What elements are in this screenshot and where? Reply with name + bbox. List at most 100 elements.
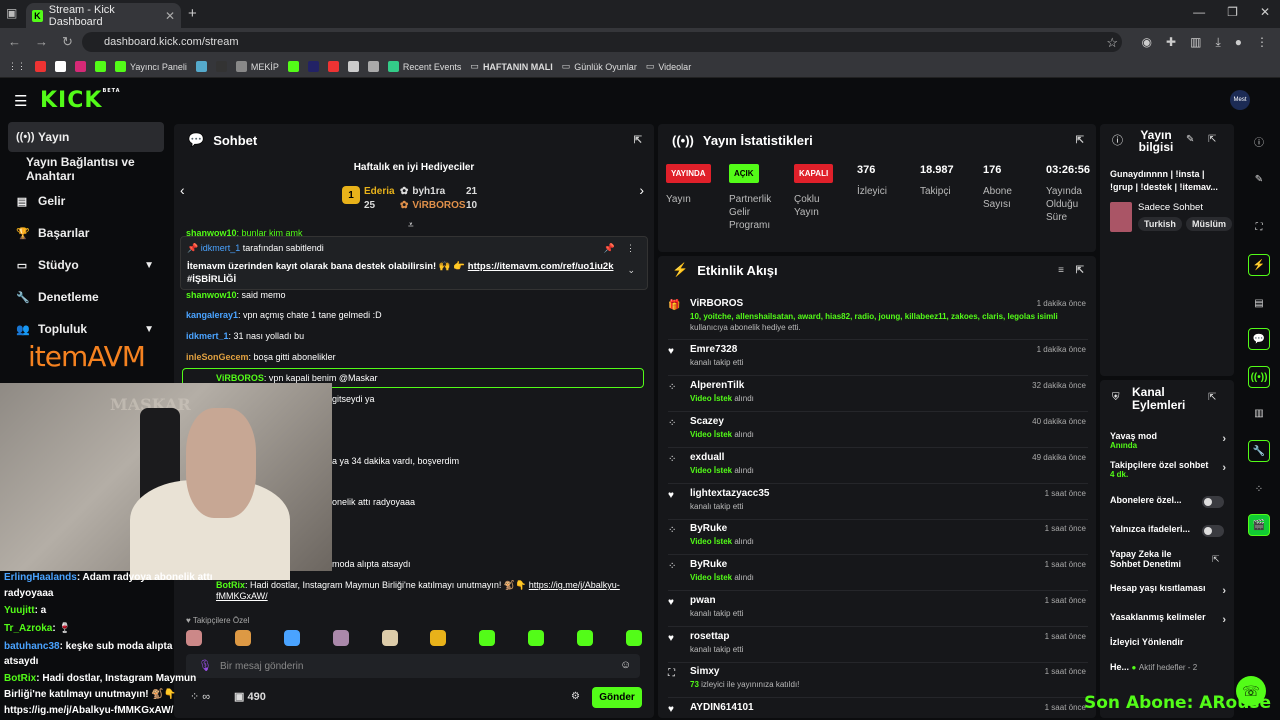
maximize-icon[interactable]: ❐ bbox=[1227, 5, 1238, 19]
apps-icon[interactable]: ⋮⋮ bbox=[8, 61, 26, 72]
info-icon[interactable]: ⓘ bbox=[1248, 130, 1270, 152]
download-icon[interactable]: ⤓ bbox=[1215, 35, 1220, 50]
expand-icon[interactable]: ⩡ bbox=[408, 220, 414, 231]
ai-moderation-item[interactable]: Yapay Zeka ile Sohbet Denetimi bbox=[1110, 549, 1200, 569]
lightning-icon[interactable]: ⚡ bbox=[1248, 254, 1270, 276]
toggle[interactable] bbox=[1202, 525, 1224, 537]
kick-icon[interactable] bbox=[287, 61, 299, 72]
heart-emote-icon[interactable] bbox=[283, 630, 300, 646]
browser-tab[interactable]: K Stream - Kick Dashboard ✕ bbox=[26, 3, 181, 28]
bookmark-icon[interactable] bbox=[347, 61, 359, 72]
bookmark-folder[interactable]: ▭ Günlük Oyunlar bbox=[562, 61, 637, 72]
wrench-icon[interactable]: 🔧 bbox=[1248, 440, 1270, 462]
bookmark-icon[interactable] bbox=[307, 61, 319, 72]
tab-search-icon[interactable]: ▣ bbox=[6, 6, 17, 20]
activity-item[interactable]: ♥ lightextazyacc35 kanalı takip etti 1 saat… bbox=[668, 486, 1088, 520]
emote-icon[interactable] bbox=[479, 630, 496, 646]
kick-icon[interactable] bbox=[95, 61, 106, 72]
bookmark-icon[interactable] bbox=[215, 61, 227, 72]
sidebar-item-gelir[interactable]: ▤ Gelir bbox=[8, 186, 164, 216]
hamburger-menu-icon[interactable]: ☰ bbox=[14, 92, 27, 110]
bookmark-icon[interactable] bbox=[367, 61, 379, 72]
activity-item[interactable]: ⁘ exduall Video İstek alındı 49 dakika önce bbox=[668, 450, 1088, 484]
dots-icon[interactable]: ⁘ bbox=[1248, 478, 1270, 500]
activity-item[interactable]: ⁘ AlperenTilk Video İstek alındı 32 dakika … bbox=[668, 378, 1088, 412]
sidebar-item-denetleme[interactable]: 🔧 Denetleme bbox=[8, 282, 164, 312]
popout-icon[interactable]: ⇱ bbox=[634, 135, 642, 146]
url-field[interactable]: dashboard.kick.com/stream bbox=[82, 32, 1122, 52]
capture-icon[interactable]: ⛶ bbox=[1248, 216, 1270, 238]
gifter-2[interactable]: ✿ byh1ra bbox=[400, 186, 445, 197]
emotes-only-item[interactable]: Yalnızca ifadeleri... bbox=[1110, 524, 1226, 537]
youtube-icon[interactable] bbox=[35, 61, 46, 72]
x-icon[interactable] bbox=[55, 61, 66, 72]
more-icon[interactable]: ⋮ bbox=[626, 243, 635, 254]
gifter-3[interactable]: ✿ ViRBOROS bbox=[400, 200, 466, 211]
pinned-link[interactable]: https://itemavm.com/ref/uo1iu2k bbox=[468, 261, 614, 272]
activity-item[interactable]: ♥ AYDIN614101 1 saat önce bbox=[668, 700, 1088, 718]
goals-item[interactable]: He... ● Aktif hedefler - 2 bbox=[1110, 662, 1226, 672]
chat-input[interactable]: Bir mesaj gönderin bbox=[186, 654, 640, 678]
youtube-icon[interactable] bbox=[327, 61, 339, 72]
subscribers-only-item[interactable]: Abonelere özel... bbox=[1110, 495, 1226, 508]
banned-words-item[interactable]: Yasaklanmış kelimeler › bbox=[1110, 612, 1226, 626]
unpin-icon[interactable]: 📌 bbox=[604, 243, 615, 254]
edit-icon[interactable]: ✎ bbox=[1186, 134, 1194, 145]
settings-icon[interactable]: ⚙ bbox=[571, 691, 580, 702]
emote-icon[interactable] bbox=[234, 630, 251, 646]
clapper-icon[interactable]: 🎬 bbox=[1248, 514, 1270, 536]
activity-item[interactable]: ♥ rosettap kanalı takip etti 1 saat önce bbox=[668, 629, 1088, 663]
tag[interactable]: Müslüm bbox=[1186, 217, 1232, 231]
category-name[interactable]: Sadece Sohbet bbox=[1138, 202, 1203, 213]
minimize-icon[interactable]: — bbox=[1193, 5, 1205, 19]
followers-chat-item[interactable]: Takipçilere özel sohbet 4 dk. › bbox=[1110, 460, 1226, 479]
chevron-down-icon[interactable]: ⌄ bbox=[627, 265, 635, 276]
bookmark-item[interactable]: Yayıncı Paneli bbox=[115, 61, 187, 72]
emote-icon[interactable] bbox=[577, 630, 593, 646]
slow-mode-item[interactable]: Yavaş mod Anında › bbox=[1110, 431, 1226, 450]
bookmark-icon[interactable] bbox=[195, 61, 207, 72]
emote-icon[interactable] bbox=[528, 630, 545, 646]
activity-item[interactable]: ⁘ Scazey Video İstek alındı 40 dakika önce bbox=[668, 414, 1088, 448]
filter-icon[interactable]: ≡ bbox=[1058, 265, 1064, 276]
storage-icon[interactable]: ▥ bbox=[1248, 402, 1270, 424]
viewer-redirect-item[interactable]: İzleyici Yönlendir bbox=[1110, 637, 1226, 647]
popout-icon[interactable]: ⇱ bbox=[1208, 134, 1216, 145]
back-icon[interactable]: ← bbox=[8, 34, 21, 50]
activity-item[interactable]: ♥ Emre7328 kanalı takip etti 1 dakika önce bbox=[668, 342, 1088, 376]
bookmark-folder[interactable]: ▭ HAFTANIN MALI bbox=[470, 61, 552, 72]
next-arrow-icon[interactable]: › bbox=[639, 182, 644, 198]
mic-icon[interactable]: 🎙 bbox=[198, 659, 212, 672]
bookmark-item[interactable]: Recent Events bbox=[387, 61, 461, 72]
emote-icon[interactable] bbox=[381, 630, 398, 646]
chat-icon[interactable]: 💬 bbox=[1248, 328, 1270, 350]
activity-item[interactable]: ⛶ Simxy 73 izleyici ile yayınınıza katıldı… bbox=[668, 664, 1088, 698]
popout-icon[interactable]: ⇱ bbox=[1208, 392, 1216, 403]
toggle[interactable] bbox=[1202, 496, 1224, 508]
puzzle-icon[interactable]: ✚ bbox=[1166, 35, 1176, 50]
popout-icon[interactable]: ⇱ bbox=[1076, 135, 1084, 146]
popout-icon[interactable]: ⇱ bbox=[1076, 265, 1084, 276]
activity-item[interactable]: 🎁 ViRBOROS 10, yoitche, allenshailsatan,… bbox=[668, 296, 1088, 340]
avatar[interactable]: Mest bbox=[1230, 90, 1250, 110]
sidebar-item-basarilar[interactable]: 🏆 Başarılar bbox=[8, 218, 164, 248]
profile-icon[interactable]: ● bbox=[1235, 35, 1242, 50]
broadcast-icon[interactable]: ((•)) bbox=[1248, 366, 1270, 388]
edit-icon[interactable]: ✎ bbox=[1248, 168, 1270, 190]
activity-item[interactable]: ♥ pwan kanalı takip etti 1 saat önce bbox=[668, 593, 1088, 627]
extension-icon[interactable]: ◉ bbox=[1142, 35, 1152, 50]
new-tab-icon[interactable]: + bbox=[188, 5, 197, 22]
sidebar-item-studyo[interactable]: ▭ Stüdyo ▼ bbox=[8, 250, 164, 280]
document-icon[interactable]: ▤ bbox=[1248, 292, 1270, 314]
emote-icon[interactable] bbox=[332, 630, 349, 646]
gifter-1[interactable]: Ederia bbox=[364, 186, 395, 197]
support-chat-icon[interactable]: ☏ bbox=[1236, 676, 1266, 706]
activity-item[interactable]: ⁘ ByRuke Video İstek alındı 1 saat önce bbox=[668, 521, 1088, 555]
emote-icon[interactable] bbox=[430, 630, 447, 646]
account-age-item[interactable]: Hesap yaşı kısıtlaması › bbox=[1110, 583, 1226, 597]
tag[interactable]: Turkish bbox=[1138, 217, 1182, 231]
prev-arrow-icon[interactable]: ‹ bbox=[180, 182, 185, 198]
close-window-icon[interactable]: ✕ bbox=[1260, 5, 1270, 19]
emote-icon[interactable] bbox=[186, 630, 202, 646]
sidebar-item-stream-key[interactable]: Yayın Bağlantısı ve Anahtarı bbox=[8, 154, 164, 184]
